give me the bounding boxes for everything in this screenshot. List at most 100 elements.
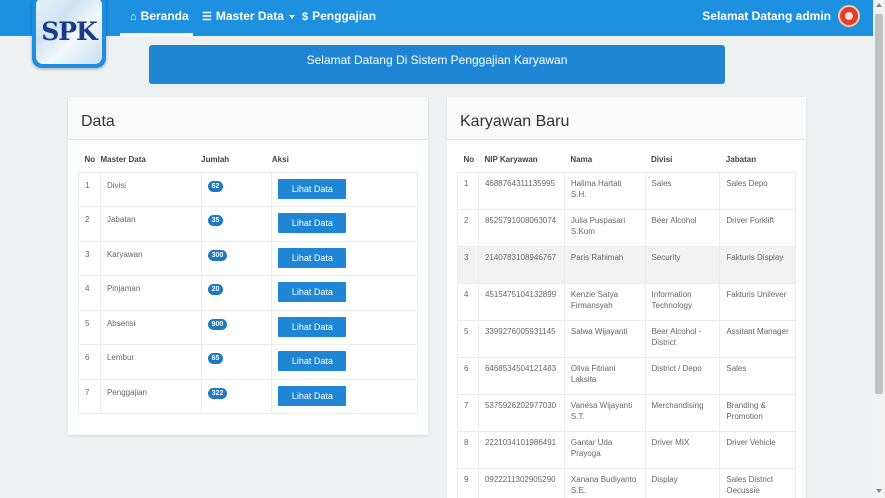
row-number: 8 [457,430,479,469]
welcome-banner: Selamat Datang Di Sistem Penggajian Kary… [149,45,725,84]
nav-master-data-label: Master Data [215,9,284,23]
lihat-data-button[interactable]: Lihat Data [278,351,347,371]
chevron-down-icon [288,14,295,19]
app-logo[interactable]: SPK [32,0,106,68]
nip-cell: 5375926202977030 [477,393,565,432]
count-cell: 65 [200,344,273,380]
table-row: 9 0922211302905290 Xanana Budiyanto S.E. Di… [457,467,796,498]
position-cell: Fakturis Display [719,245,796,284]
count-badge: 20 [207,284,224,295]
count-cell: 62 [200,171,273,207]
master-data-name: Divisi [99,171,202,207]
welcome-user-text[interactable]: Selamat Datang admin [702,0,831,32]
table-row: 2 Jabatan 35 Lihat Data [78,206,418,242]
division-cell: Sales [644,171,721,210]
nip-cell: 3399276005931145 [477,319,565,358]
nip-cell: 4515475104132899 [477,282,565,321]
scroll-thumb[interactable] [875,14,883,394]
master-data-table: No Master Data Jumlah Aksi 1 Divisi 62 Liha… [78,140,418,414]
logo-text: SPK [41,16,98,46]
name-cell: Kenzie Satya Firmansyah [563,282,646,321]
nip-cell: 2221034101986491 [477,430,565,469]
count-badge: 900 [207,318,228,330]
table-row: 5 3399276005931145 Salwa Wijayanti Beer Alc… [457,319,796,358]
master-data-name: Absensi [99,309,202,345]
count-badge: 65 [207,353,224,364]
lihat-data-button[interactable]: Lihat Data [278,316,347,337]
lihat-data-button[interactable]: Lihat Data [278,385,347,406]
master-data-name: Lembur [99,344,202,380]
nav-master-data[interactable]: ☰ Master Data [202,0,295,36]
nip-cell: 6468534504121483 [477,356,565,395]
action-cell: Lihat Data [271,378,418,414]
nav-beranda[interactable]: ⌂ Beranda [120,0,193,36]
row-number: 6 [78,344,101,380]
table-header-row: No Master Data Jumlah Aksi [79,140,418,172]
nav-penggajian[interactable]: $ Penggajian [302,0,376,36]
data-panel-title: Data [68,97,428,140]
dollar-icon: $ [302,11,309,23]
division-cell: Beer Alcohol [644,208,721,247]
action-cell: Lihat Data [271,206,418,242]
new-employees-table: No NIP Karyawan Nama Divisi Jabatan 1 468… [457,140,796,498]
action-cell: Lihat Data [271,309,418,345]
row-number: 2 [78,206,101,242]
row-number: 3 [457,245,479,284]
table-row: 3 2140783108946767 Paris Rahimah Security Fa… [457,245,796,284]
lihat-data-button[interactable]: Lihat Data [278,247,347,268]
count-cell: 35 [200,206,273,242]
row-number: 2 [457,208,479,247]
name-cell: Vanesa Wijayanti S.T. [563,393,646,432]
page-scrollbar[interactable] [873,0,885,498]
action-cell: Lihat Data [271,171,418,207]
position-cell: Driver Forklift [719,208,796,247]
table-row: 3 Karyawan 300 Lihat Data [78,240,418,276]
scroll-down-icon[interactable] [876,489,882,493]
name-cell: Oliva Fitriani Laksita [563,356,646,395]
name-cell: Xanana Budiyanto S.E. [563,467,646,498]
scroll-up-icon[interactable] [876,3,882,7]
row-number: 3 [78,240,101,276]
row-number: 6 [457,356,479,395]
lihat-data-button[interactable]: Lihat Data [278,178,347,199]
action-cell: Lihat Data [271,240,418,276]
master-data-name: Pinjaman [99,275,202,311]
count-badge: 62 [207,180,224,192]
count-cell: 20 [200,275,273,311]
action-cell: Lihat Data [271,344,418,380]
table-row: 7 Penggajian 322 Lihat Data [78,378,418,414]
count-cell: 322 [200,378,273,414]
count-cell: 300 [200,240,273,276]
division-cell: Merchandising [644,393,721,432]
lihat-data-button[interactable]: Lihat Data [278,282,347,302]
row-number: 4 [457,282,479,321]
row-number: 9 [457,467,479,498]
lihat-data-button[interactable]: Lihat Data [278,213,347,233]
division-cell: District / Depo [644,356,721,395]
name-cell: Paris Rahimah [563,245,646,284]
new-employees-panel: Karyawan Baru No NIP Karyawan Nama Divis… [447,97,806,498]
column-header: Master Data [100,155,146,165]
table-row: 5 Absensi 900 Lihat Data [78,309,418,345]
column-header: Jumlah [201,155,230,165]
column-header: Nama [570,155,593,165]
column-header: NIP Karyawan [484,155,538,165]
count-badge: 322 [207,387,228,399]
division-cell: Security [644,245,721,284]
nip-cell: 8525791008063074 [477,208,565,247]
name-cell: Salwa Wijayanti [563,319,646,358]
column-header: Divisi [651,155,673,165]
row-number: 1 [78,171,101,207]
position-cell: Fakturis Unilever [719,282,796,321]
column-header: Jabatan [725,155,757,165]
master-data-name: Jabatan [99,206,202,242]
count-badge: 35 [207,215,224,226]
row-number: 5 [78,309,101,345]
name-cell: Gantar Uda Prayoga [563,430,646,469]
table-row: 6 Lembur 65 Lihat Data [78,344,418,380]
position-cell: Branding & Promotion [719,393,796,432]
position-cell: Assitant Manager [719,319,796,358]
avatar[interactable] [838,5,860,27]
position-cell: Sales Depo [719,171,796,210]
table-row: 6 6468534504121483 Oliva Fitriani Laksita D… [457,356,796,395]
